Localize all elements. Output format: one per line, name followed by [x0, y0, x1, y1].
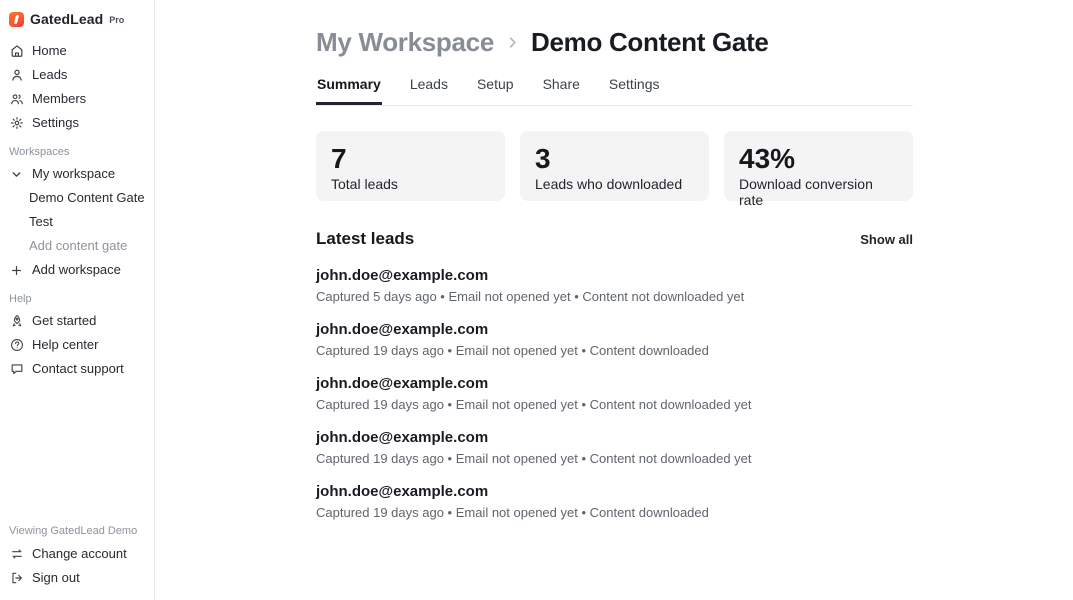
tab-settings[interactable]: Settings	[608, 76, 661, 105]
stat-card-conversion-rate: 43% Download conversion rate	[724, 131, 913, 201]
sidebar-item-contact-support[interactable]: Contact support	[0, 357, 154, 381]
help-section-label: Help	[0, 282, 154, 309]
breadcrumb: My Workspace Demo Content Gate	[316, 27, 913, 58]
sidebar-item-leads[interactable]: Leads	[0, 63, 154, 87]
sidebar-spacer	[0, 381, 154, 519]
sidebar-item-label: Help center	[32, 337, 98, 353]
stat-label: Total leads	[331, 176, 490, 192]
tab-bar: Summary Leads Setup Share Settings	[316, 76, 913, 106]
lead-row[interactable]: john.doe@example.com Captured 19 days ag…	[316, 429, 913, 466]
lead-email: john.doe@example.com	[316, 321, 913, 339]
sidebar-item-label: Home	[32, 43, 67, 59]
latest-leads-title: Latest leads	[316, 229, 414, 249]
lead-meta: Captured 19 days ago • Email not opened …	[316, 343, 913, 358]
sidebar-item-label: Get started	[32, 313, 96, 329]
stat-card-total-leads: 7 Total leads	[316, 131, 505, 201]
sidebar-item-settings[interactable]: Settings	[0, 111, 154, 135]
users-icon	[9, 92, 24, 107]
lead-list: john.doe@example.com Captured 5 days ago…	[316, 267, 913, 520]
question-circle-icon	[9, 338, 24, 353]
show-all-link[interactable]: Show all	[860, 232, 913, 247]
sidebar: GatedLead Pro Home Leads Members S	[0, 0, 155, 600]
breadcrumb-parent-link[interactable]: My Workspace	[316, 27, 494, 58]
rocket-icon	[9, 314, 24, 329]
change-account-button[interactable]: Change account	[0, 542, 154, 566]
stat-label: Leads who downloaded	[535, 176, 694, 192]
sidebar-item-get-started[interactable]: Get started	[0, 309, 154, 333]
lead-email: john.doe@example.com	[316, 267, 913, 285]
main-content: My Workspace Demo Content Gate Summary L…	[155, 0, 1073, 600]
lead-row[interactable]: john.doe@example.com Captured 19 days ag…	[316, 375, 913, 412]
lead-email: john.doe@example.com	[316, 483, 913, 501]
brand-plan-badge: Pro	[109, 15, 124, 25]
stat-label: Download conversion rate	[739, 176, 898, 208]
sidebar-item-help-center[interactable]: Help center	[0, 333, 154, 357]
app: GatedLead Pro Home Leads Members S	[0, 0, 1073, 600]
sidebar-item-label: Contact support	[32, 361, 124, 377]
tab-share[interactable]: Share	[542, 76, 581, 105]
sidebar-item-label: Add workspace	[32, 262, 121, 278]
brand: GatedLead Pro	[0, 9, 154, 39]
lead-meta: Captured 19 days ago • Email not opened …	[316, 397, 913, 412]
lead-meta: Captured 19 days ago • Email not opened …	[316, 505, 913, 520]
stats-row: 7 Total leads 3 Leads who downloaded 43%…	[316, 131, 913, 201]
lead-email: john.doe@example.com	[316, 429, 913, 447]
swap-icon	[9, 547, 24, 562]
sidebar-item-label: Leads	[32, 67, 67, 83]
latest-leads-header: Latest leads Show all	[316, 229, 913, 249]
viewing-account-note: Viewing GatedLead Demo	[0, 519, 154, 542]
stat-value: 3	[535, 143, 694, 175]
tab-summary[interactable]: Summary	[316, 76, 382, 105]
sidebar-item-members[interactable]: Members	[0, 87, 154, 111]
gatedlead-logo-icon	[9, 12, 24, 27]
lead-row[interactable]: john.doe@example.com Captured 19 days ag…	[316, 321, 913, 358]
page-title: Demo Content Gate	[531, 27, 769, 58]
brand-name: GatedLead	[30, 11, 103, 27]
sidebar-item-label: Change account	[32, 546, 127, 562]
workspaces-section-label: Workspaces	[0, 135, 154, 162]
lead-row[interactable]: john.doe@example.com Captured 5 days ago…	[316, 267, 913, 304]
lead-meta: Captured 5 days ago • Email not opened y…	[316, 289, 913, 304]
stat-value: 7	[331, 143, 490, 175]
sign-out-button[interactable]: Sign out	[0, 566, 154, 590]
sidebar-item-home[interactable]: Home	[0, 39, 154, 63]
chevron-right-icon	[505, 35, 520, 50]
lead-email: john.doe@example.com	[316, 375, 913, 393]
lead-row[interactable]: john.doe@example.com Captured 19 days ag…	[316, 483, 913, 520]
sidebar-item-label: My workspace	[32, 166, 115, 182]
plus-icon	[9, 263, 24, 278]
sidebar-item-my-workspace[interactable]: My workspace	[0, 162, 154, 186]
stat-card-leads-downloaded: 3 Leads who downloaded	[520, 131, 709, 201]
sidebar-item-label: Members	[32, 91, 86, 107]
chevron-down-icon	[9, 167, 24, 182]
sidebar-item-demo-content-gate[interactable]: Demo Content Gate	[0, 186, 154, 210]
gear-icon	[9, 116, 24, 131]
chat-bubble-icon	[9, 362, 24, 377]
add-content-gate-button[interactable]: Add content gate	[0, 234, 154, 258]
sidebar-item-test[interactable]: Test	[0, 210, 154, 234]
stat-value: 43%	[739, 143, 898, 175]
home-icon	[9, 44, 24, 59]
sign-out-icon	[9, 571, 24, 586]
tab-setup[interactable]: Setup	[476, 76, 515, 105]
add-workspace-button[interactable]: Add workspace	[0, 258, 154, 282]
sidebar-item-label: Settings	[32, 115, 79, 131]
tab-leads[interactable]: Leads	[409, 76, 449, 105]
sidebar-item-label: Sign out	[32, 570, 80, 586]
lead-meta: Captured 19 days ago • Email not opened …	[316, 451, 913, 466]
user-icon	[9, 68, 24, 83]
